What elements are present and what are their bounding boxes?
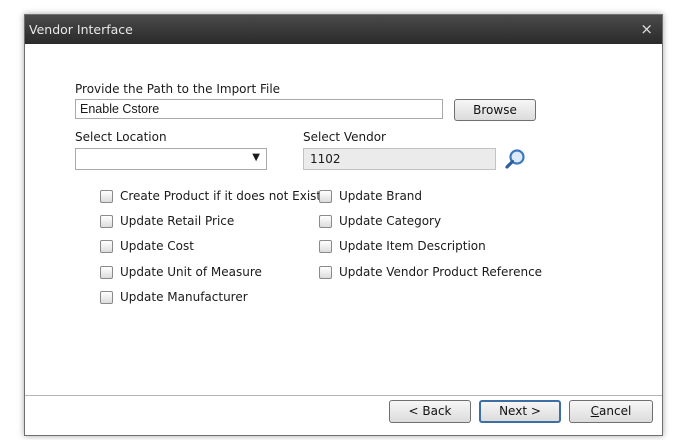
checkbox-label: Update Cost [120, 239, 194, 253]
next-button[interactable]: Next > [479, 400, 561, 423]
cancel-label-rest: ancel [599, 404, 632, 418]
vendor-search-button[interactable] [503, 147, 529, 171]
checkbox-label: Update Unit of Measure [120, 265, 262, 279]
title-bar: Vendor Interface × [25, 15, 662, 44]
checkbox-label: Update Vendor Product Reference [339, 265, 543, 279]
checkbox-update-item-description[interactable] [319, 240, 332, 253]
checkbox-update-retail-price[interactable] [100, 215, 113, 228]
checkbox-update-manufacturer[interactable] [100, 291, 113, 304]
checkbox-label: Update Category [339, 214, 442, 228]
import-path-label: Provide the Path to the Import File [75, 82, 281, 96]
footer-bar [25, 396, 662, 435]
checkbox-label: Update Item Description [339, 239, 486, 253]
checkbox-label: Update Brand [339, 189, 423, 203]
close-icon[interactable]: × [640, 20, 653, 38]
checkbox-label: Update Retail Price [120, 214, 235, 228]
checkbox-update-brand[interactable] [319, 190, 332, 203]
window-title: Vendor Interface [29, 22, 133, 37]
magnifier-icon [505, 149, 525, 169]
cancel-button[interactable]: Cancel [569, 400, 653, 423]
back-button[interactable]: < Back [389, 400, 471, 423]
vendor-label: Select Vendor [303, 130, 386, 144]
checkbox-create-product[interactable] [100, 190, 113, 203]
checkbox-label: Update Manufacturer [120, 290, 248, 304]
checkbox-label: Create Product if it does not Exist [120, 189, 322, 203]
chevron-down-icon[interactable]: ▼ [252, 152, 260, 163]
vendor-field: 1102 [303, 148, 496, 170]
cancel-mnemonic: C [590, 404, 600, 418]
checkbox-update-category[interactable] [319, 215, 332, 228]
checkbox-update-unit-of-measure[interactable] [100, 266, 113, 279]
browse-button[interactable]: Browse [454, 99, 536, 121]
location-select[interactable]: ▼ [75, 148, 267, 170]
vendor-interface-dialog: Vendor Interface × Provide the Path to t… [24, 14, 663, 436]
import-path-input[interactable]: Enable Cstore [75, 99, 443, 119]
checkbox-update-vendor-product-reference[interactable] [319, 266, 332, 279]
location-label: Select Location [75, 130, 167, 144]
checkbox-update-cost[interactable] [100, 240, 113, 253]
